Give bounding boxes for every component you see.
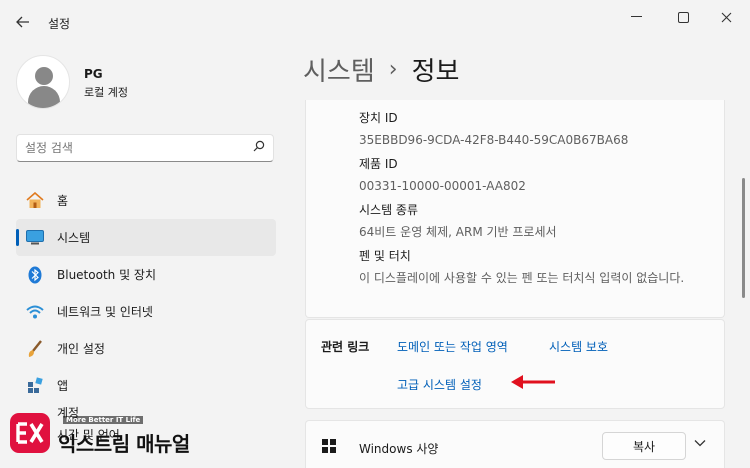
- watermark-logo: [10, 413, 50, 453]
- copy-button[interactable]: 복사: [602, 432, 686, 460]
- system-type-label: 시스템 종류: [359, 203, 419, 217]
- breadcrumb: 시스템 › 정보: [303, 51, 459, 88]
- avatar: [16, 55, 70, 109]
- wifi-icon: [25, 302, 45, 322]
- apps-icon: [25, 376, 45, 396]
- device-specs-card: 장치 ID 35EBBD96-9CDA-42F8-B440-59CA0B67BA…: [305, 100, 725, 318]
- sidebar-nav: 홈 시스템 Bluetooth 및 장치 네트워크 및 인터넷 개인 설정 앱 …: [16, 182, 276, 444]
- page-title: 정보: [411, 57, 460, 87]
- sidebar-item-label: 네트워크 및 인터넷: [57, 305, 153, 319]
- sidebar-item-home[interactable]: 홈: [16, 182, 276, 219]
- pen-touch-value: 이 디스플레이에 사용할 수 있는 펜 또는 터치식 입력이 없습니다.: [359, 271, 685, 285]
- windows-spec-label: Windows 사양: [359, 442, 439, 456]
- sidebar-item-accounts[interactable]: 계정: [16, 404, 276, 424]
- brush-icon: [25, 339, 45, 359]
- maximize-button[interactable]: [660, 6, 706, 28]
- sidebar-item-label: 개인 설정: [57, 342, 105, 356]
- sidebar-item-label: 시스템: [57, 231, 91, 245]
- back-button[interactable]: [10, 10, 36, 34]
- red-arrow-annotation: [511, 375, 555, 389]
- chevron-down-icon[interactable]: [694, 436, 706, 450]
- breadcrumb-separator: ›: [388, 57, 398, 82]
- sidebar-item-label: 앱: [57, 379, 69, 393]
- sidebar-item-label: 홈: [57, 194, 69, 208]
- device-id-value: 35EBBD96-9CDA-42F8-B440-59CA0B67BA68: [359, 133, 629, 147]
- system-type-value: 64비트 운영 체제, ARM 기반 프로세서: [359, 225, 557, 239]
- search-icon[interactable]: [253, 140, 265, 155]
- related-links-card: 관련 링크 도메인 또는 작업 영역 시스템 보호 고급 시스템 설정: [305, 319, 725, 409]
- watermark-tagline: More Better IT Life: [63, 416, 144, 424]
- related-links-label: 관련 링크: [321, 340, 370, 354]
- sidebar-item-system[interactable]: 시스템: [16, 219, 276, 256]
- maximize-icon: [677, 11, 689, 23]
- sidebar-item-apps[interactable]: 앱: [16, 367, 276, 404]
- profile-account-type: 로컬 계정: [84, 86, 128, 99]
- app-title: 설정: [48, 17, 71, 31]
- sidebar-item-label: Bluetooth 및 장치: [57, 268, 157, 282]
- search-input[interactable]: [25, 139, 245, 157]
- product-id-label: 제품 ID: [359, 157, 398, 171]
- title-bar: 설정: [0, 0, 750, 44]
- home-icon: [25, 191, 45, 211]
- minimize-button[interactable]: [613, 6, 659, 28]
- sidebar-item-personalization[interactable]: 개인 설정: [16, 330, 276, 367]
- windows-logo-icon: [322, 439, 336, 453]
- profile-name: PG: [84, 67, 103, 81]
- bluetooth-icon: [25, 265, 45, 285]
- search-box[interactable]: [16, 134, 274, 162]
- active-indicator: [16, 229, 19, 246]
- user-profile[interactable]: PG 로컬 계정: [16, 55, 256, 115]
- close-button[interactable]: [703, 6, 749, 28]
- breadcrumb-parent[interactable]: 시스템: [303, 51, 375, 88]
- device-id-label: 장치 ID: [359, 111, 398, 125]
- system-icon: [25, 228, 45, 248]
- sidebar-item-bluetooth[interactable]: Bluetooth 및 장치: [16, 256, 276, 293]
- back-arrow-icon: [16, 16, 29, 28]
- minimize-icon: [630, 16, 642, 17]
- windows-spec-card[interactable]: Windows 사양 복사: [305, 420, 725, 468]
- pen-touch-label: 펜 및 터치: [359, 249, 411, 263]
- close-icon: [721, 12, 731, 22]
- advanced-system-settings-link[interactable]: 고급 시스템 설정: [397, 376, 482, 393]
- watermark-name: 익스트림 매뉴얼: [58, 432, 190, 456]
- system-protection-link[interactable]: 시스템 보호: [549, 338, 608, 355]
- sidebar-item-network[interactable]: 네트워크 및 인터넷: [16, 293, 276, 330]
- scrollbar[interactable]: [742, 178, 745, 298]
- product-id-value: 00331-10000-00001-AA802: [359, 179, 526, 193]
- domain-workgroup-link[interactable]: 도메인 또는 작업 영역: [397, 338, 508, 355]
